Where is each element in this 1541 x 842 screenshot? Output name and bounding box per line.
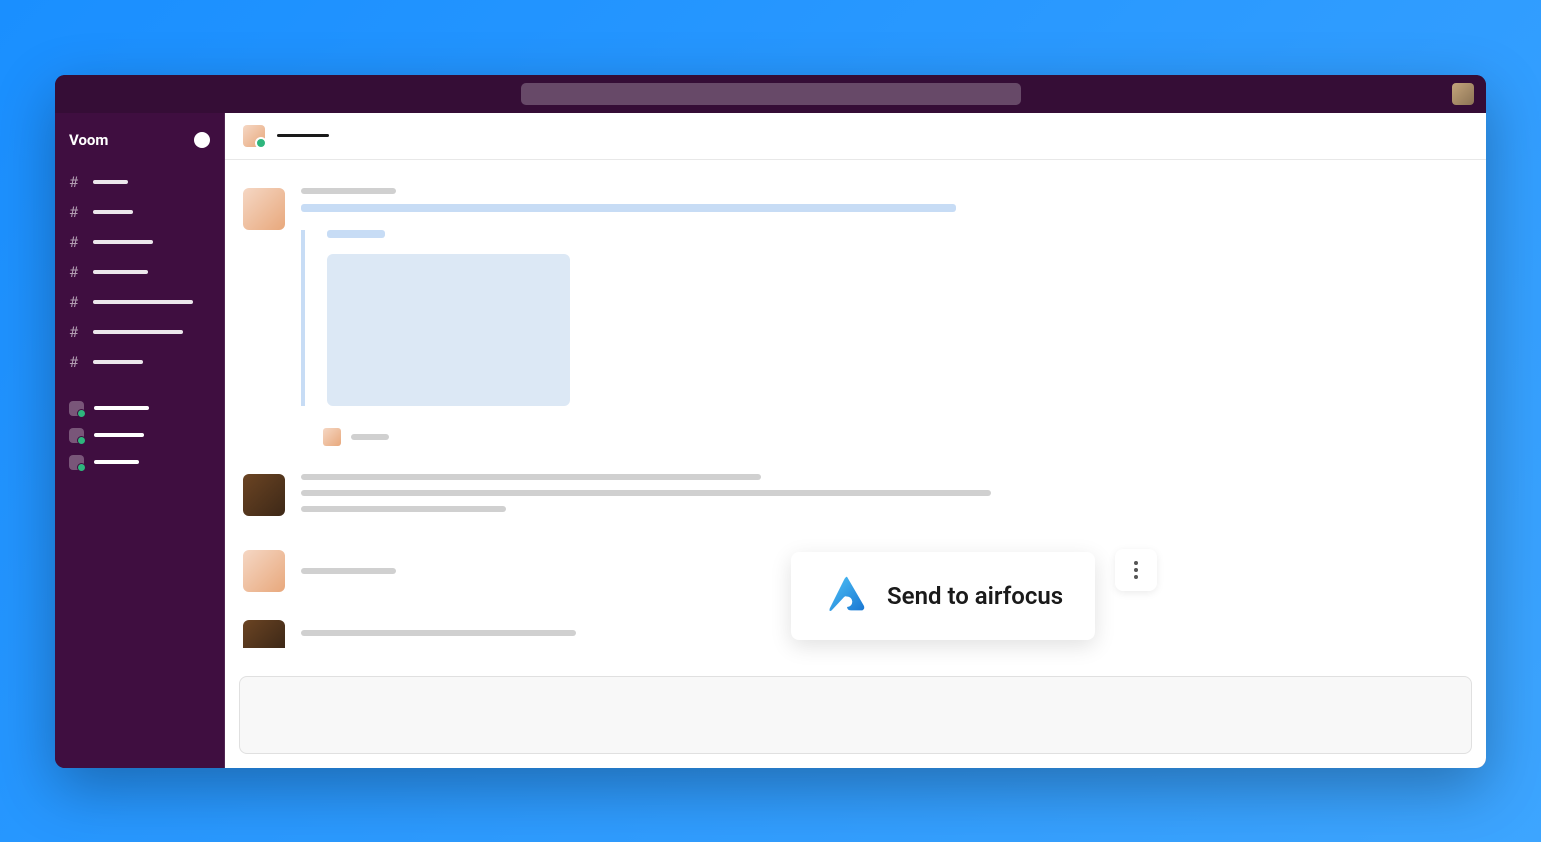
hash-icon: # [69,173,83,191]
airfocus-icon [823,572,871,620]
channel-label [93,270,148,274]
search-input[interactable] [521,83,1021,105]
channel-item[interactable]: # [55,197,224,227]
message[interactable] [243,474,1468,522]
more-actions-button[interactable] [1115,549,1157,591]
message-content [301,474,1468,522]
dm-label [94,460,139,464]
channel-item[interactable]: # [55,317,224,347]
channel-item[interactable]: # [55,227,224,257]
channel-label [93,330,183,334]
channels-section: # # # # # [55,167,224,377]
attachment-preview[interactable] [327,254,570,406]
thread-reply[interactable] [323,428,1468,446]
dm-item[interactable] [55,395,224,422]
message-avatar [243,550,285,592]
slack-window: Voom # # # # [55,75,1486,768]
hash-icon: # [69,263,83,281]
workspace-header[interactable]: Voom [55,123,224,167]
message-text [301,506,506,512]
hash-icon: # [69,353,83,371]
message-text-highlight [301,204,956,212]
messages-list: Send to airfocus [225,160,1486,676]
channel-item[interactable]: # [55,167,224,197]
main-content: Send to airfocus [225,113,1486,768]
message-text [301,490,991,496]
message-input[interactable] [239,676,1472,754]
dm-label [94,433,144,437]
message-content [301,188,1468,446]
dm-avatar [69,428,84,443]
channel-item[interactable]: # [55,287,224,317]
channel-header[interactable] [225,113,1486,160]
thread-count [351,434,389,440]
compose-button[interactable] [194,132,210,148]
thread-avatar [323,428,341,446]
attachment-block [301,230,1468,406]
attachment-label [327,230,385,238]
message-author [301,188,396,194]
app-body: Voom # # # # [55,113,1486,768]
hash-icon: # [69,293,83,311]
channel-item[interactable]: # [55,257,224,287]
dm-section [55,395,224,476]
dm-item[interactable] [55,449,224,476]
channel-label [93,210,133,214]
channel-item[interactable]: # [55,347,224,377]
dm-avatar [69,455,84,470]
message-text [301,474,761,480]
dm-avatar [69,401,84,416]
message-text [301,630,576,636]
channel-avatar-icon [243,125,265,147]
message-avatar [243,474,285,516]
hash-icon: # [69,203,83,221]
dm-label [94,406,149,410]
dm-item[interactable] [55,422,224,449]
message-avatar [243,620,285,648]
message[interactable] [243,188,1468,446]
message-avatar [243,188,285,230]
channel-label [93,360,143,364]
sidebar: Voom # # # # [55,113,225,768]
more-icon [1134,561,1138,579]
channel-label [93,300,193,304]
channel-title [277,134,329,137]
send-to-airfocus-action[interactable]: Send to airfocus [791,552,1095,640]
titlebar [55,75,1486,113]
user-avatar[interactable] [1452,83,1474,105]
hash-icon: # [69,233,83,251]
channel-label [93,180,128,184]
message-author [301,568,396,574]
context-menu: Send to airfocus [791,552,1157,640]
tooltip-label: Send to airfocus [887,582,1063,610]
channel-label [93,240,153,244]
workspace-name: Voom [69,131,108,149]
hash-icon: # [69,323,83,341]
